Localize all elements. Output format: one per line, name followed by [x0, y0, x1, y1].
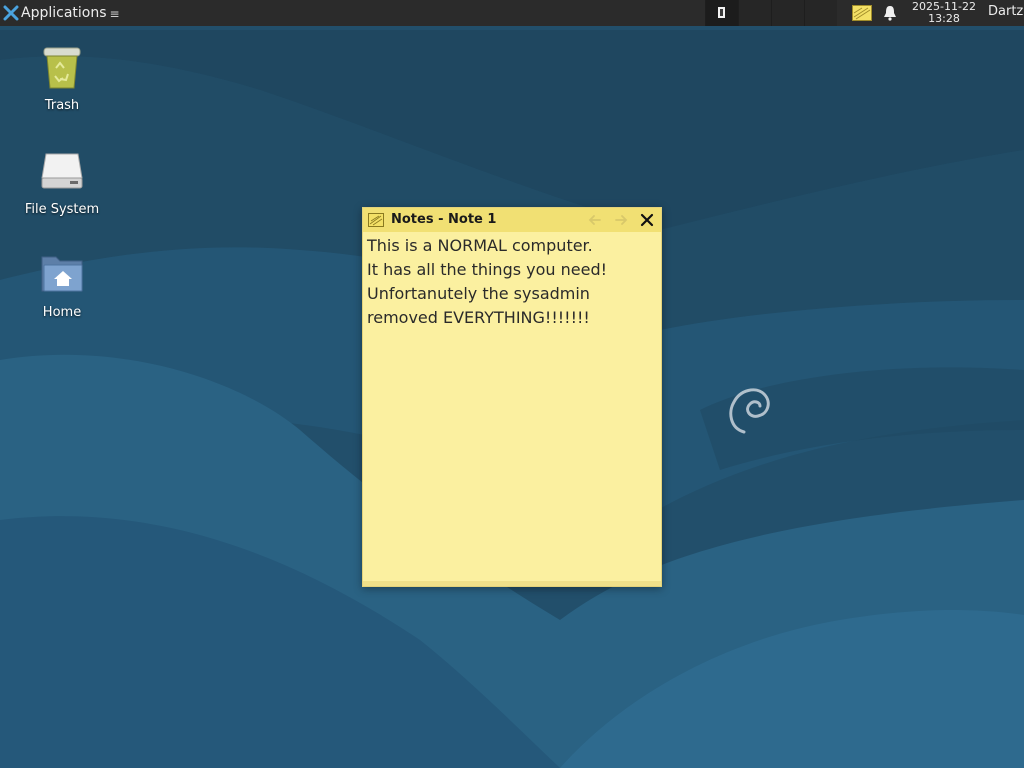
arrow-right-icon[interactable] — [613, 212, 629, 228]
xfce-logo-icon — [3, 5, 19, 21]
arrow-left-icon[interactable] — [587, 212, 603, 228]
sticky-note-window[interactable]: Notes - Note 1 This is a NORMAL computer… — [362, 207, 662, 587]
note-resize-bar[interactable] — [363, 581, 661, 586]
notes-icon[interactable] — [852, 5, 872, 21]
desktop-icon-trash[interactable]: Trash — [7, 44, 117, 113]
desktop: Trash File System Home Notes - Note 1 Th… — [0, 0, 1024, 768]
top-panel: Applications ≡ 2025-11-22 13:28 Dartz — [0, 0, 1024, 26]
home-folder-icon — [41, 256, 83, 292]
desktop-icon-label: File System — [24, 202, 100, 217]
note-title: Notes - Note 1 — [391, 212, 497, 227]
clock-time: 13:28 — [928, 12, 960, 25]
debian-swirl-icon — [729, 388, 770, 434]
window-preview-icon — [718, 7, 725, 18]
drive-icon — [41, 153, 83, 189]
clock[interactable]: 2025-11-22 13:28 — [908, 1, 980, 25]
note-titlebar[interactable]: Notes - Note 1 — [363, 208, 661, 232]
desktop-icon-home[interactable]: Home — [7, 251, 117, 320]
workspace-2[interactable] — [738, 0, 771, 26]
workspace-3[interactable] — [771, 0, 804, 26]
applications-label: Applications — [21, 5, 107, 21]
workspace-4[interactable] — [804, 0, 837, 26]
note-line: Unfortanutely the sysadmin — [367, 284, 590, 303]
desktop-icon-file-system[interactable]: File System — [7, 148, 117, 217]
trash-icon — [43, 47, 81, 89]
desktop-icon-label: Home — [42, 305, 82, 320]
note-text-area[interactable]: This is a NORMAL computer. It has all th… — [367, 234, 657, 578]
desktop-icon-label: Trash — [44, 98, 80, 113]
notes-icon — [368, 213, 384, 227]
close-icon[interactable] — [639, 212, 655, 228]
note-line: It has all the things you need! — [367, 260, 608, 279]
note-line: This is a NORMAL computer. — [367, 236, 593, 255]
menu-handle-icon: ≡ — [109, 6, 120, 21]
workspace-1[interactable] — [705, 0, 738, 26]
bell-icon[interactable] — [883, 5, 897, 21]
user-menu[interactable]: Dartz — [988, 4, 1023, 19]
applications-menu-button[interactable]: Applications ≡ — [0, 0, 120, 26]
note-line: removed EVERYTHING!!!!!!! — [367, 308, 590, 327]
